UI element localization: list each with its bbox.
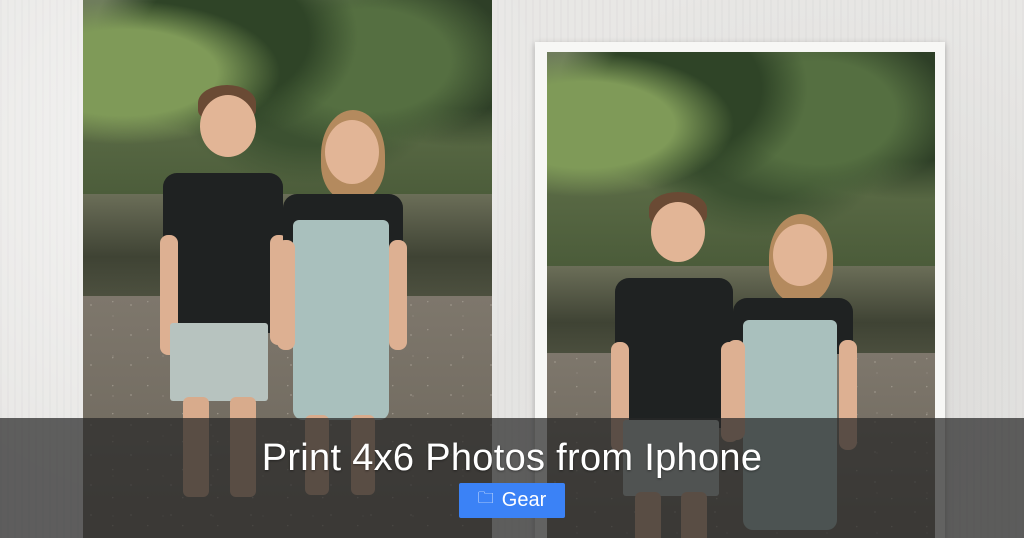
category-label: Gear [501, 489, 547, 511]
category-button[interactable]: 🗀 Gear [459, 483, 565, 518]
article-title: Print 4x6 Photos from Iphone [261, 437, 763, 479]
folder-icon: 🗀 [477, 490, 494, 507]
